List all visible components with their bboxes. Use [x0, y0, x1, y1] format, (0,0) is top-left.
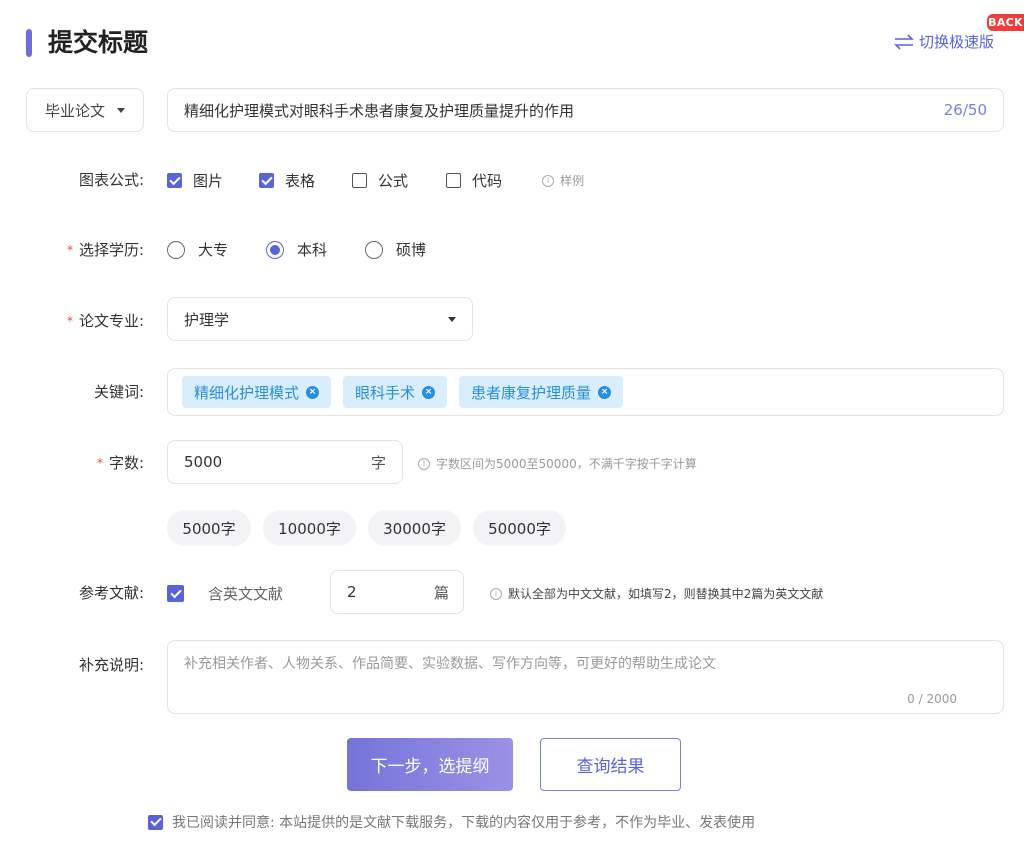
radio-empty-icon	[167, 240, 185, 259]
remove-tag-icon[interactable]: ×	[306, 385, 320, 399]
page-title: 提交标题	[48, 28, 149, 57]
title-input[interactable]: 精细化护理模式对眼科手术患者康复及护理质量提升的作用 26/50	[167, 88, 1004, 132]
major-label: * 论文专业:	[66, 312, 144, 330]
caret-down-icon	[117, 107, 125, 113]
remove-tag-icon[interactable]: ×	[598, 385, 612, 399]
checkbox-checked-icon	[259, 173, 275, 188]
word-preset-50000[interactable]: 50000字	[473, 510, 566, 546]
major-select[interactable]: 护理学	[167, 297, 473, 341]
major-value: 护理学	[184, 310, 230, 329]
checkbox-empty-icon	[446, 173, 462, 188]
word-count-hint: i 字数区间为5000至50000，不满千字按千字计算	[418, 455, 697, 472]
checkbox-checked-icon	[167, 585, 184, 602]
back-badge[interactable]: BACK	[987, 14, 1024, 31]
notes-placeholder: 补充相关作者、人物关系、作品简要、实验数据、写作方向等，可更好的帮助生成论文	[184, 656, 716, 672]
keyword-tag: 精细化护理模式 ×	[182, 376, 332, 408]
references-label: 参考文献:	[78, 584, 144, 602]
keywords-label: 关键词:	[93, 383, 144, 401]
education-option-bachelor[interactable]: 本科	[266, 239, 327, 260]
english-references-count-input[interactable]: 2 篇	[330, 570, 464, 614]
title-char-count: 26/50	[943, 101, 987, 119]
education-option-master-phd[interactable]: 硕博	[365, 239, 426, 260]
reference-count-value: 2	[347, 583, 357, 601]
title-input-value: 精细化护理模式对眼科手术患者康复及护理质量提升的作用	[184, 101, 575, 120]
checkbox-empty-icon	[352, 173, 368, 188]
figure-option-table[interactable]: 表格	[259, 170, 315, 191]
radio-empty-icon	[365, 240, 384, 259]
keyword-tag: 眼科手术 ×	[343, 376, 448, 408]
swap-arrows-icon	[894, 33, 914, 50]
word-count-unit: 字	[370, 453, 386, 472]
word-preset-10000[interactable]: 10000字	[263, 510, 356, 546]
figure-option-image[interactable]: 图片	[167, 170, 223, 191]
figure-option-formula[interactable]: 公式	[352, 170, 408, 191]
reference-count-unit: 篇	[433, 583, 449, 602]
remove-tag-icon[interactable]: ×	[422, 385, 436, 399]
required-mark: *	[66, 314, 73, 328]
info-icon: i	[490, 587, 502, 600]
paper-type-select[interactable]: 毕业论文	[26, 88, 144, 132]
query-results-button[interactable]: 查询结果	[540, 738, 681, 791]
next-step-button[interactable]: 下一步，选提纲	[347, 738, 513, 791]
keywords-input[interactable]: 精细化护理模式 × 眼科手术 × 患者康复护理质量 ×	[167, 368, 1004, 416]
checkbox-checked-icon	[148, 814, 163, 830]
radio-selected-icon	[266, 240, 285, 259]
word-preset-5000[interactable]: 5000字	[167, 510, 251, 546]
notes-char-count: 0 / 2000	[907, 692, 957, 706]
info-icon: i	[418, 457, 430, 470]
title-accent-bar	[26, 29, 32, 57]
word-count-input[interactable]: 5000 字	[167, 440, 403, 484]
figures-example-link[interactable]: i 样例	[542, 172, 584, 189]
word-count-value: 5000	[184, 453, 223, 471]
notes-textarea[interactable]: 补充相关作者、人物关系、作品简要、实验数据、写作方向等，可更好的帮助生成论文 0…	[167, 640, 1004, 714]
figures-label: 图表公式:	[78, 171, 144, 189]
figure-option-code[interactable]: 代码	[446, 170, 502, 191]
paper-type-value: 毕业论文	[44, 101, 105, 120]
switch-label: 切换极速版	[919, 33, 995, 51]
agreement-checkbox[interactable]: 我已阅读并同意: 本站提供的是文献下载服务，下载的内容仅用于参考，不作为毕业、发…	[148, 812, 755, 832]
info-icon: i	[542, 174, 555, 187]
education-label: * 选择学历:	[66, 241, 144, 259]
checkbox-checked-icon	[167, 173, 182, 188]
required-mark: *	[96, 456, 103, 470]
education-option-associate[interactable]: 大专	[167, 239, 228, 260]
word-preset-30000[interactable]: 30000字	[368, 510, 461, 546]
keyword-tag: 患者康复护理质量 ×	[459, 376, 624, 408]
required-mark: *	[66, 243, 73, 257]
agreement-text: 我已阅读并同意: 本站提供的是文献下载服务，下载的内容仅用于参考，不作为毕业、发…	[172, 815, 756, 831]
notes-label: 补充说明:	[78, 656, 144, 674]
english-references-checkbox[interactable]: 含英文文献	[167, 583, 283, 604]
caret-down-icon	[448, 316, 456, 322]
word-count-label: * 字数:	[96, 454, 144, 472]
switch-fast-version-link[interactable]: 切换极速版	[893, 31, 994, 52]
references-hint: i 默认全部为中文文献，如填写2，则替换其中2篇为英文文献	[490, 585, 823, 602]
